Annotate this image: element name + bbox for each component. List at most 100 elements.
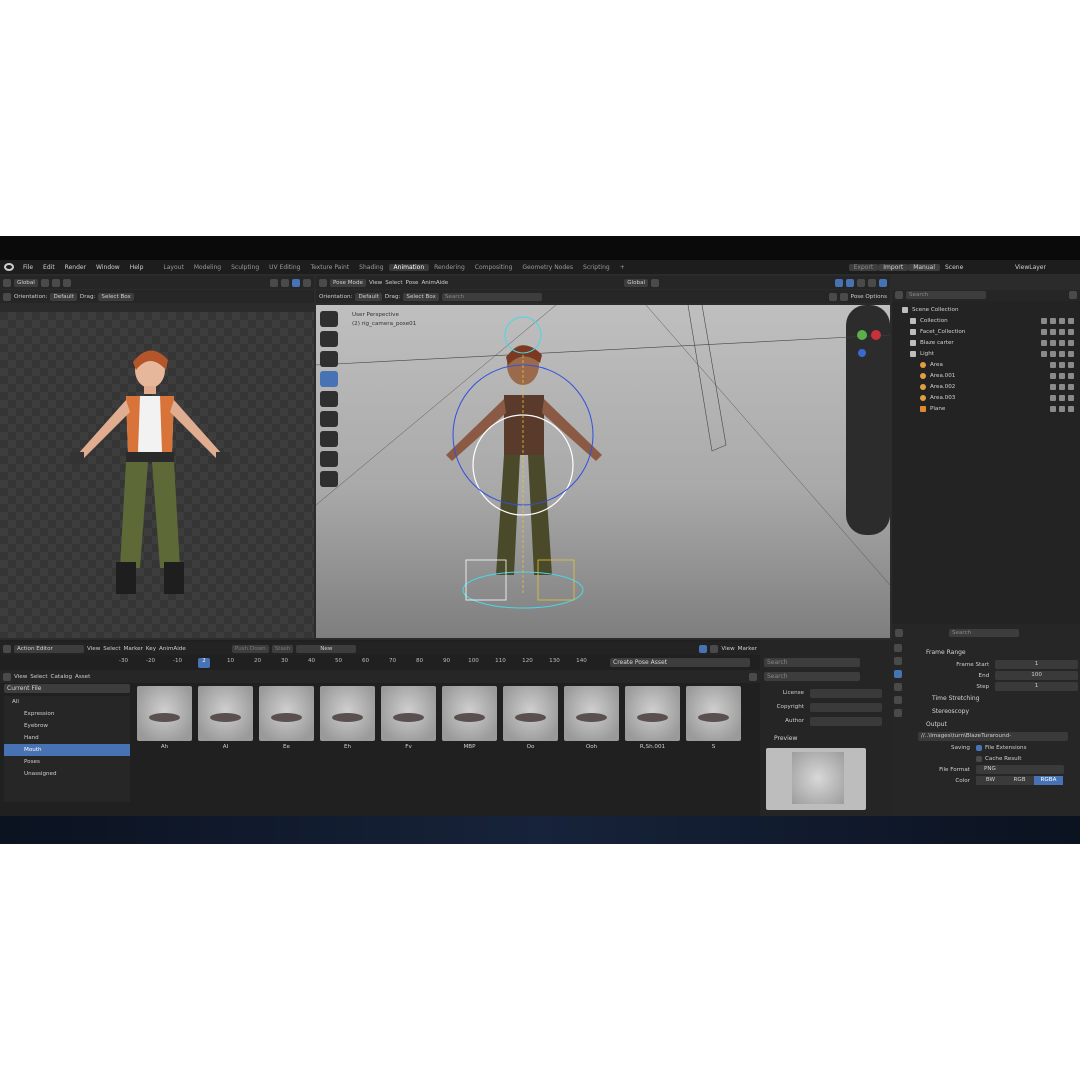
view-layer-tab-icon[interactable] bbox=[894, 683, 902, 691]
scale-tool-icon[interactable] bbox=[320, 391, 338, 407]
world-tab-icon[interactable] bbox=[894, 709, 902, 717]
color-bw-button[interactable]: BW bbox=[976, 776, 1005, 785]
catalog-unassigned[interactable]: Unassigned bbox=[4, 768, 130, 780]
select-icon[interactable] bbox=[835, 278, 844, 287]
snap-icon-main[interactable] bbox=[651, 278, 660, 287]
transform-orientation-main[interactable]: Global bbox=[624, 278, 649, 287]
scene-tab-icon[interactable] bbox=[894, 696, 902, 704]
asset-tile[interactable]: Ee bbox=[259, 686, 314, 766]
catalog-hand[interactable]: Hand bbox=[4, 732, 130, 744]
tab-compositing[interactable]: Compositing bbox=[470, 264, 518, 271]
outliner-row-light[interactable]: Light bbox=[896, 348, 1080, 359]
action-menu-view[interactable]: View bbox=[87, 646, 100, 652]
catalog-expression[interactable]: Expression bbox=[4, 708, 130, 720]
asset-menu-catalog[interactable]: Catalog bbox=[51, 674, 72, 680]
transform-tool-icon[interactable] bbox=[320, 411, 338, 427]
asset-tile[interactable]: Fv bbox=[381, 686, 436, 766]
asset-browser-editor-icon[interactable] bbox=[3, 672, 11, 681]
outliner-row-collection[interactable]: Collection bbox=[896, 315, 1080, 326]
outliner-filter-icon[interactable] bbox=[1069, 290, 1077, 299]
shading-wire-icon[interactable] bbox=[270, 278, 278, 287]
relax-tool-icon[interactable] bbox=[320, 471, 338, 487]
outliner-search[interactable]: Search bbox=[906, 290, 986, 299]
filter-icon[interactable] bbox=[839, 292, 848, 301]
tab-texture-paint[interactable]: Texture Paint bbox=[305, 264, 354, 271]
outliner-row-facet-collection[interactable]: Facet_Collection bbox=[896, 326, 1080, 337]
proportional-icon[interactable] bbox=[62, 278, 71, 287]
shading-solid-icon[interactable] bbox=[281, 278, 289, 287]
menu-view[interactable]: View bbox=[369, 280, 382, 286]
cursor-tool-icon[interactable] bbox=[320, 331, 338, 347]
properties-editor-icon[interactable] bbox=[895, 628, 903, 637]
tab-sculpting[interactable]: Sculpting bbox=[226, 264, 264, 271]
menu-render[interactable]: Render bbox=[60, 264, 91, 271]
create-pose-asset-button[interactable]: Create Pose Asset bbox=[610, 658, 750, 667]
move-tool-icon[interactable] bbox=[320, 351, 338, 367]
license-field[interactable] bbox=[810, 688, 882, 698]
select-box-tool-icon[interactable] bbox=[320, 311, 338, 327]
frame-ruler[interactable]: -30 -20 -10 2 10 20 30 40 50 60 70 80 90… bbox=[110, 658, 610, 668]
editor-mode-dropdown[interactable]: Action Editor bbox=[14, 644, 84, 653]
properties-search[interactable]: Search bbox=[949, 628, 1019, 637]
tab-animation[interactable]: Animation bbox=[388, 263, 430, 271]
tab-rendering[interactable]: Rendering bbox=[429, 264, 470, 271]
tab-layout[interactable]: Layout bbox=[158, 264, 188, 271]
menu-animaide[interactable]: AnimAide bbox=[421, 280, 448, 286]
editor-type-icon-main[interactable] bbox=[319, 278, 327, 287]
menu-window[interactable]: Window bbox=[91, 264, 125, 271]
author-field[interactable] bbox=[810, 716, 882, 726]
menu-edit[interactable]: Edit bbox=[38, 264, 60, 271]
menu-file[interactable]: File bbox=[18, 264, 38, 271]
asset-menu-select[interactable]: Select bbox=[30, 674, 47, 680]
asset-tile[interactable]: R,Sh.001 bbox=[625, 686, 680, 766]
tab-scripting[interactable]: Scripting bbox=[578, 264, 615, 271]
menu-pose[interactable]: Pose bbox=[406, 280, 419, 286]
left-viewport[interactable] bbox=[0, 312, 314, 638]
editor-type-icon[interactable] bbox=[3, 278, 11, 287]
bookmark-icon[interactable] bbox=[828, 292, 837, 301]
file-extensions-checkbox[interactable] bbox=[976, 744, 982, 751]
asset-side-search-top[interactable]: Search bbox=[764, 658, 860, 667]
asset-tile[interactable]: Eh bbox=[320, 686, 375, 766]
file-format-dropdown[interactable]: PNG bbox=[976, 765, 1064, 774]
only-selected-icon[interactable] bbox=[699, 644, 708, 653]
outliner-row-blaze-carter[interactable]: Blaze carter bbox=[896, 337, 1080, 348]
tab-uv-editing[interactable]: UV Editing bbox=[264, 264, 305, 271]
action-menu-key[interactable]: Key bbox=[146, 646, 156, 652]
asset-tile[interactable]: MBP bbox=[442, 686, 497, 766]
frame-start-field[interactable]: 1 bbox=[995, 660, 1078, 669]
add-workspace-button[interactable]: + bbox=[615, 264, 630, 271]
pivot-icon[interactable] bbox=[40, 278, 49, 287]
asset-tile[interactable]: Ah bbox=[137, 686, 192, 766]
measure-tool-icon[interactable] bbox=[320, 451, 338, 467]
viewport-search[interactable]: Search bbox=[441, 292, 542, 301]
asset-tile[interactable]: S bbox=[686, 686, 741, 766]
outliner-row-area-001[interactable]: Area.001 bbox=[896, 370, 1080, 381]
asset-tile[interactable]: Ooh bbox=[564, 686, 619, 766]
orientation-dropdown-main[interactable]: Default bbox=[355, 292, 382, 301]
manual-button[interactable]: Manual bbox=[908, 263, 940, 271]
drag-dropdown-main[interactable]: Select Box bbox=[403, 292, 439, 301]
outliner-row-area-003[interactable]: Area.003 bbox=[896, 392, 1080, 403]
asset-menu-asset[interactable]: Asset bbox=[75, 674, 90, 680]
outliner-row-area-002[interactable]: Area.002 bbox=[896, 381, 1080, 392]
action-editor-type-icon[interactable] bbox=[3, 644, 11, 653]
output-section[interactable]: Output bbox=[912, 718, 1078, 731]
asset-side-search[interactable]: Search bbox=[764, 672, 860, 681]
menu-help[interactable]: Help bbox=[125, 264, 149, 271]
display-mode-icon[interactable] bbox=[749, 672, 757, 681]
output-tab-icon[interactable] bbox=[894, 670, 902, 678]
catalog-all[interactable]: All bbox=[4, 696, 130, 708]
export-button[interactable]: Export bbox=[848, 263, 879, 271]
annotate-tool-icon[interactable] bbox=[320, 431, 338, 447]
asset-tile[interactable]: AI bbox=[198, 686, 253, 766]
copyright-field[interactable] bbox=[810, 702, 882, 712]
orientation-dropdown[interactable]: Default bbox=[50, 292, 77, 301]
cache-result-checkbox[interactable] bbox=[976, 755, 982, 762]
outliner-row-area[interactable]: Area bbox=[896, 359, 1080, 370]
import-button[interactable]: Import bbox=[878, 263, 909, 271]
asset-tile[interactable]: Oo bbox=[503, 686, 558, 766]
action-menu-marker-right[interactable]: Marker bbox=[738, 646, 757, 652]
pause-icon[interactable] bbox=[303, 278, 311, 287]
action-menu-view-right[interactable]: View bbox=[721, 646, 734, 652]
